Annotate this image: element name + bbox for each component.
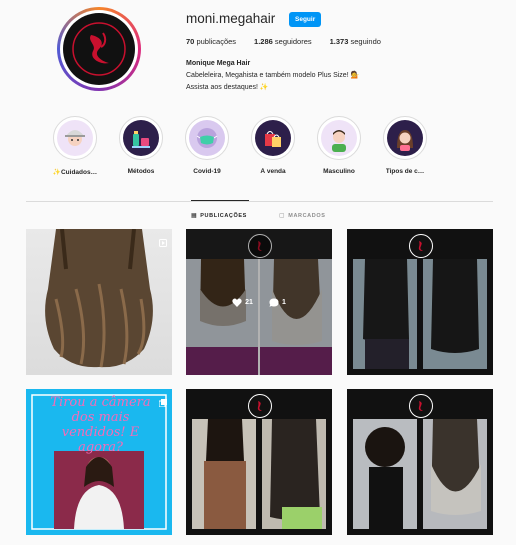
promo-caption: Tirou a câmera dos mais vendidos! E agor… bbox=[50, 395, 151, 455]
profile-avatar-ring[interactable] bbox=[57, 7, 141, 91]
shopping-bag-icon bbox=[255, 120, 291, 156]
post-tile[interactable] bbox=[347, 389, 493, 535]
highlight-covid[interactable]: Covid-19 bbox=[174, 116, 240, 176]
highlight-cuidados[interactable]: ✨Cuidados… bbox=[42, 116, 108, 176]
following-stat[interactable]: 1.373 seguindo bbox=[330, 37, 381, 46]
active-tab-indicator bbox=[191, 200, 249, 201]
highlight-tipos[interactable]: Tipos de c… bbox=[372, 116, 438, 176]
bio-line: Assista aos destaques! ✨ bbox=[186, 84, 269, 91]
post-hover-overlay: 21 1 bbox=[186, 229, 332, 375]
hair-care-icon bbox=[57, 120, 93, 156]
bio-line: Cabeleleira, Megahista e também modelo P… bbox=[186, 72, 360, 79]
post-tile[interactable] bbox=[26, 229, 172, 375]
post-tile[interactable] bbox=[347, 229, 493, 375]
tabs-divider bbox=[26, 201, 493, 202]
comments-count: 1 bbox=[269, 298, 286, 307]
highlight-metodos[interactable]: Métodos bbox=[108, 116, 174, 176]
post-tile[interactable] bbox=[186, 389, 332, 535]
story-highlights: ✨Cuidados… Métodos Covid-19 À venda Masc… bbox=[42, 116, 438, 176]
posts-count-stat: 70 publicações bbox=[186, 37, 237, 46]
carousel-icon bbox=[158, 394, 167, 408]
man-avatar-icon bbox=[321, 120, 357, 156]
profile-username: moni.megahair bbox=[186, 11, 276, 26]
grid-icon: ▦ bbox=[191, 213, 198, 219]
brand-logo bbox=[409, 234, 433, 258]
bio-name: Monique Mega Hair bbox=[186, 60, 251, 67]
tag-icon: ▢ bbox=[279, 213, 286, 219]
woman-avatar-icon bbox=[387, 120, 423, 156]
tab-marcados[interactable]: ▢ MARCADOS bbox=[279, 212, 325, 220]
video-icon bbox=[159, 234, 167, 247]
mask-icon bbox=[189, 120, 225, 156]
brand-logo bbox=[409, 394, 433, 418]
follow-button[interactable]: Seguir bbox=[289, 12, 322, 27]
post-tile[interactable]: Tirou a câmera dos mais vendidos! E agor… bbox=[26, 389, 172, 535]
products-icon bbox=[123, 120, 159, 156]
post-tile[interactable]: 21 1 bbox=[186, 229, 332, 375]
profile-stats: 70 publicações 1.286 seguidores 1.373 se… bbox=[186, 37, 399, 46]
highlight-masculino[interactable]: Masculino bbox=[306, 116, 372, 176]
highlight-a-venda[interactable]: À venda bbox=[240, 116, 306, 176]
followers-stat[interactable]: 1.286 seguidores bbox=[254, 37, 312, 46]
heart-icon bbox=[232, 297, 242, 307]
brand-logo bbox=[248, 394, 272, 418]
profile-bio: Monique Mega Hair Cabeleleira, Megahista… bbox=[186, 58, 359, 94]
likes-count: 21 bbox=[232, 297, 253, 307]
comment-icon bbox=[269, 298, 279, 307]
brand-logo bbox=[63, 13, 135, 85]
tab-publicacoes[interactable]: ▦ PUBLICAÇÕES bbox=[191, 212, 247, 220]
profile-avatar[interactable] bbox=[60, 10, 138, 88]
